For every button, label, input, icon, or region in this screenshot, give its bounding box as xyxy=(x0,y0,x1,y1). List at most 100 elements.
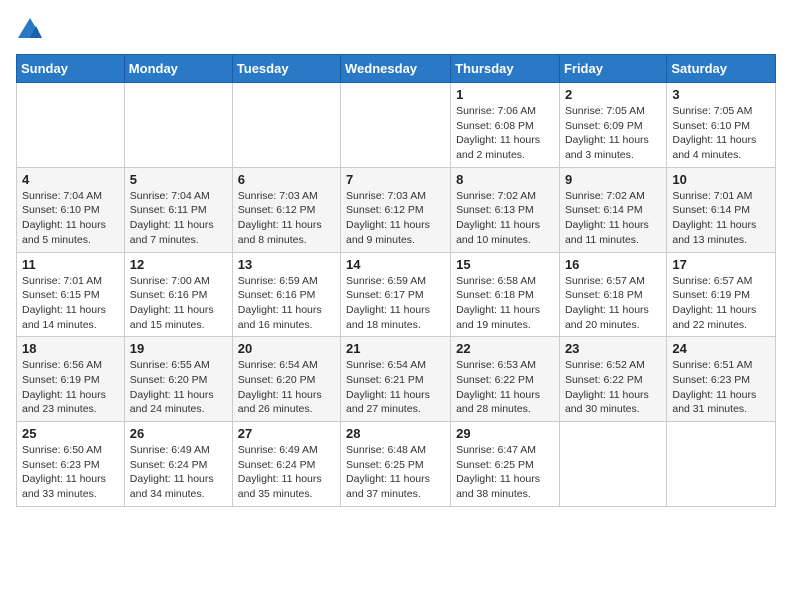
day-info: Sunrise: 6:47 AM Sunset: 6:25 PM Dayligh… xyxy=(456,443,554,502)
day-info: Sunrise: 6:52 AM Sunset: 6:22 PM Dayligh… xyxy=(565,358,661,417)
day-number: 24 xyxy=(672,341,770,356)
calendar-cell: 16 Sunrise: 6:57 AM Sunset: 6:18 PM Dayli… xyxy=(559,252,666,337)
day-info: Sunrise: 6:56 AM Sunset: 6:19 PM Dayligh… xyxy=(22,358,119,417)
day-info: Sunrise: 6:59 AM Sunset: 6:16 PM Dayligh… xyxy=(238,274,335,333)
weekday-header: Sunday xyxy=(17,55,125,83)
weekday-header: Tuesday xyxy=(232,55,340,83)
calendar-cell: 23 Sunrise: 6:52 AM Sunset: 6:22 PM Dayli… xyxy=(559,337,666,422)
day-info: Sunrise: 7:04 AM Sunset: 6:11 PM Dayligh… xyxy=(130,189,227,248)
day-info: Sunrise: 6:54 AM Sunset: 6:20 PM Dayligh… xyxy=(238,358,335,417)
day-number: 20 xyxy=(238,341,335,356)
weekday-header: Friday xyxy=(559,55,666,83)
weekday-header: Saturday xyxy=(667,55,776,83)
calendar-cell xyxy=(232,83,340,168)
calendar-cell: 22 Sunrise: 6:53 AM Sunset: 6:22 PM Dayli… xyxy=(451,337,560,422)
day-info: Sunrise: 7:02 AM Sunset: 6:13 PM Dayligh… xyxy=(456,189,554,248)
day-info: Sunrise: 6:53 AM Sunset: 6:22 PM Dayligh… xyxy=(456,358,554,417)
day-number: 14 xyxy=(346,257,445,272)
calendar-week-row: 11 Sunrise: 7:01 AM Sunset: 6:15 PM Dayli… xyxy=(17,252,776,337)
day-number: 18 xyxy=(22,341,119,356)
calendar-cell: 2 Sunrise: 7:05 AM Sunset: 6:09 PM Daylig… xyxy=(559,83,666,168)
day-info: Sunrise: 6:59 AM Sunset: 6:17 PM Dayligh… xyxy=(346,274,445,333)
day-number: 8 xyxy=(456,172,554,187)
day-info: Sunrise: 7:06 AM Sunset: 6:08 PM Dayligh… xyxy=(456,104,554,163)
day-number: 11 xyxy=(22,257,119,272)
logo xyxy=(16,16,48,44)
day-number: 25 xyxy=(22,426,119,441)
day-number: 2 xyxy=(565,87,661,102)
weekday-header: Monday xyxy=(124,55,232,83)
calendar-cell: 18 Sunrise: 6:56 AM Sunset: 6:19 PM Dayli… xyxy=(17,337,125,422)
day-info: Sunrise: 6:57 AM Sunset: 6:19 PM Dayligh… xyxy=(672,274,770,333)
day-number: 6 xyxy=(238,172,335,187)
calendar-cell xyxy=(667,422,776,507)
page-header xyxy=(16,16,776,44)
calendar-cell: 4Sunrise: 7:04 AM Sunset: 6:10 PM Daylig… xyxy=(17,167,125,252)
calendar-cell: 6Sunrise: 7:03 AM Sunset: 6:12 PM Daylig… xyxy=(232,167,340,252)
calendar-cell xyxy=(559,422,666,507)
logo-icon xyxy=(16,16,44,44)
day-info: Sunrise: 7:01 AM Sunset: 6:14 PM Dayligh… xyxy=(672,189,770,248)
day-number: 13 xyxy=(238,257,335,272)
calendar-cell: 8 Sunrise: 7:02 AM Sunset: 6:13 PM Daylig… xyxy=(451,167,560,252)
calendar-cell: 20 Sunrise: 6:54 AM Sunset: 6:20 PM Dayli… xyxy=(232,337,340,422)
calendar-cell: 13 Sunrise: 6:59 AM Sunset: 6:16 PM Dayli… xyxy=(232,252,340,337)
calendar-week-row: 4Sunrise: 7:04 AM Sunset: 6:10 PM Daylig… xyxy=(17,167,776,252)
day-number: 17 xyxy=(672,257,770,272)
day-number: 22 xyxy=(456,341,554,356)
calendar-cell: 12Sunrise: 7:00 AM Sunset: 6:16 PM Dayli… xyxy=(124,252,232,337)
day-number: 27 xyxy=(238,426,335,441)
calendar-cell: 14 Sunrise: 6:59 AM Sunset: 6:17 PM Dayli… xyxy=(341,252,451,337)
day-info: Sunrise: 7:05 AM Sunset: 6:09 PM Dayligh… xyxy=(565,104,661,163)
day-number: 28 xyxy=(346,426,445,441)
calendar-cell: 24 Sunrise: 6:51 AM Sunset: 6:23 PM Dayli… xyxy=(667,337,776,422)
day-number: 19 xyxy=(130,341,227,356)
day-info: Sunrise: 6:49 AM Sunset: 6:24 PM Dayligh… xyxy=(238,443,335,502)
calendar-cell: 29 Sunrise: 6:47 AM Sunset: 6:25 PM Dayli… xyxy=(451,422,560,507)
calendar-cell: 26Sunrise: 6:49 AM Sunset: 6:24 PM Dayli… xyxy=(124,422,232,507)
day-number: 21 xyxy=(346,341,445,356)
day-number: 5 xyxy=(130,172,227,187)
weekday-header: Wednesday xyxy=(341,55,451,83)
calendar-cell: 28 Sunrise: 6:48 AM Sunset: 6:25 PM Dayli… xyxy=(341,422,451,507)
calendar-cell: 9 Sunrise: 7:02 AM Sunset: 6:14 PM Daylig… xyxy=(559,167,666,252)
calendar-cell: 19 Sunrise: 6:55 AM Sunset: 6:20 PM Dayli… xyxy=(124,337,232,422)
day-number: 23 xyxy=(565,341,661,356)
day-number: 15 xyxy=(456,257,554,272)
day-number: 26 xyxy=(130,426,227,441)
calendar-cell: 7Sunrise: 7:03 AM Sunset: 6:12 PM Daylig… xyxy=(341,167,451,252)
day-number: 29 xyxy=(456,426,554,441)
weekday-header: Thursday xyxy=(451,55,560,83)
calendar-cell xyxy=(124,83,232,168)
day-info: Sunrise: 7:00 AM Sunset: 6:16 PM Dayligh… xyxy=(130,274,227,333)
calendar-cell: 11 Sunrise: 7:01 AM Sunset: 6:15 PM Dayli… xyxy=(17,252,125,337)
day-info: Sunrise: 6:50 AM Sunset: 6:23 PM Dayligh… xyxy=(22,443,119,502)
calendar-cell: 15 Sunrise: 6:58 AM Sunset: 6:18 PM Dayli… xyxy=(451,252,560,337)
day-info: Sunrise: 6:48 AM Sunset: 6:25 PM Dayligh… xyxy=(346,443,445,502)
calendar-week-row: 18 Sunrise: 6:56 AM Sunset: 6:19 PM Dayli… xyxy=(17,337,776,422)
calendar-header-row: SundayMondayTuesdayWednesdayThursdayFrid… xyxy=(17,55,776,83)
day-info: Sunrise: 7:02 AM Sunset: 6:14 PM Dayligh… xyxy=(565,189,661,248)
day-number: 1 xyxy=(456,87,554,102)
calendar-week-row: 1 Sunrise: 7:06 AM Sunset: 6:08 PM Daylig… xyxy=(17,83,776,168)
day-number: 10 xyxy=(672,172,770,187)
day-number: 16 xyxy=(565,257,661,272)
day-info: Sunrise: 6:58 AM Sunset: 6:18 PM Dayligh… xyxy=(456,274,554,333)
calendar-week-row: 25 Sunrise: 6:50 AM Sunset: 6:23 PM Dayli… xyxy=(17,422,776,507)
day-info: Sunrise: 6:54 AM Sunset: 6:21 PM Dayligh… xyxy=(346,358,445,417)
calendar-cell: 25 Sunrise: 6:50 AM Sunset: 6:23 PM Dayli… xyxy=(17,422,125,507)
day-number: 9 xyxy=(565,172,661,187)
day-info: Sunrise: 6:51 AM Sunset: 6:23 PM Dayligh… xyxy=(672,358,770,417)
day-number: 7 xyxy=(346,172,445,187)
calendar-cell xyxy=(17,83,125,168)
day-info: Sunrise: 6:57 AM Sunset: 6:18 PM Dayligh… xyxy=(565,274,661,333)
day-info: Sunrise: 7:01 AM Sunset: 6:15 PM Dayligh… xyxy=(22,274,119,333)
calendar-cell: 5 Sunrise: 7:04 AM Sunset: 6:11 PM Daylig… xyxy=(124,167,232,252)
day-info: Sunrise: 7:05 AM Sunset: 6:10 PM Dayligh… xyxy=(672,104,770,163)
calendar-table: SundayMondayTuesdayWednesdayThursdayFrid… xyxy=(16,54,776,507)
day-info: Sunrise: 7:04 AM Sunset: 6:10 PM Dayligh… xyxy=(22,189,119,248)
calendar-cell: 3Sunrise: 7:05 AM Sunset: 6:10 PM Daylig… xyxy=(667,83,776,168)
calendar-cell: 1 Sunrise: 7:06 AM Sunset: 6:08 PM Daylig… xyxy=(451,83,560,168)
calendar-cell xyxy=(341,83,451,168)
day-info: Sunrise: 6:55 AM Sunset: 6:20 PM Dayligh… xyxy=(130,358,227,417)
